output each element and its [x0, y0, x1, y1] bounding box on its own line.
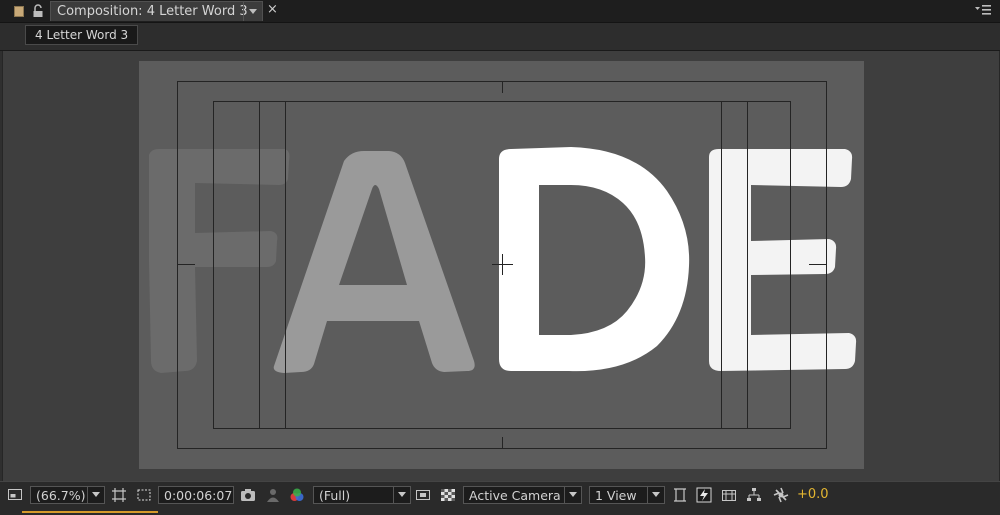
color-channels-icon[interactable] — [289, 487, 305, 503]
camera-value: Active Camera — [469, 488, 561, 503]
letter-e — [709, 149, 857, 371]
flowchart-icon[interactable] — [746, 487, 762, 503]
magnification-dropdown[interactable]: (66.7%) — [30, 486, 105, 504]
toggle-mask-icon[interactable] — [415, 487, 431, 503]
chevron-down-icon — [87, 487, 104, 503]
chevron-down-icon — [564, 487, 581, 503]
always-preview-icon[interactable] — [7, 487, 23, 503]
lock-icon[interactable] — [32, 4, 44, 18]
composition-tab-label: Composition: 4 Letter Word 3 — [57, 4, 248, 19]
letter-d — [499, 147, 690, 372]
fast-previews-icon[interactable] — [696, 487, 712, 503]
composition-viewer[interactable] — [2, 51, 1000, 481]
composition-icon — [14, 6, 24, 17]
views-value: 1 View — [595, 488, 637, 503]
chevron-down-icon — [393, 487, 410, 503]
current-time-field[interactable]: 0:00:06:07 — [158, 486, 234, 504]
region-of-interest-icon[interactable] — [111, 487, 127, 503]
exposure-value[interactable]: +0.0 — [797, 487, 829, 502]
timeline-icon[interactable] — [721, 487, 737, 503]
camera-dropdown[interactable]: Active Camera — [463, 486, 582, 504]
snapshot-icon[interactable] — [240, 487, 256, 503]
pixel-aspect-icon[interactable] — [672, 487, 688, 503]
show-snapshot-icon[interactable] — [265, 487, 281, 503]
close-icon[interactable]: × — [267, 2, 278, 17]
active-panel-underline — [22, 511, 158, 513]
breadcrumb[interactable]: 4 Letter Word 3 — [25, 25, 139, 45]
resolution-dropdown[interactable]: (Full) — [313, 486, 411, 504]
composition-tab[interactable]: Composition: 4 Letter Word 3 — [50, 1, 263, 21]
viewer-status-bar: (66.7%) 0:00:06:07 (Full) Active Camera — [0, 481, 1000, 515]
timecode-value: 0:00:06:07 — [164, 488, 233, 503]
chevron-down-icon[interactable] — [243, 2, 262, 21]
magnification-value: (66.7%) — [36, 488, 86, 503]
views-dropdown[interactable]: 1 View — [589, 486, 665, 504]
composition-canvas[interactable] — [139, 61, 864, 469]
composition-navigator: 4 Letter Word 3 — [0, 23, 1000, 51]
reset-exposure-icon[interactable] — [773, 487, 789, 503]
canvas-artwork — [149, 81, 857, 449]
chevron-down-icon — [647, 487, 664, 503]
panel-tab-bar: Composition: 4 Letter Word 3 × — [0, 0, 1000, 23]
transparency-grid-icon[interactable] — [136, 487, 152, 503]
checkerboard-icon[interactable] — [440, 487, 456, 503]
resolution-value: (Full) — [319, 488, 351, 503]
letter-a — [273, 151, 475, 373]
letter-f — [149, 149, 290, 373]
panel-menu-icon[interactable] — [974, 4, 992, 16]
